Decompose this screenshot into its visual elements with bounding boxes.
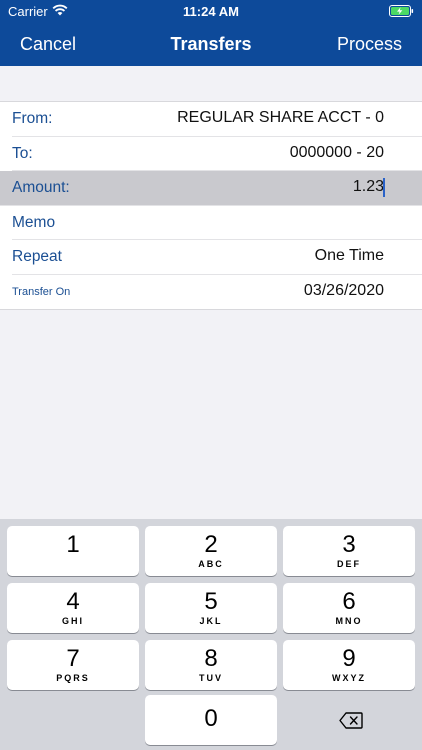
header: Carrier 11:24 AM Cancel Transfers Proces… xyxy=(0,0,422,66)
transfers-screen: Carrier 11:24 AM Cancel Transfers Proces… xyxy=(0,0,422,750)
amount-input[interactable]: 1.23 xyxy=(353,178,384,196)
key-0[interactable]: 0 xyxy=(145,695,277,745)
key-digit: 3 xyxy=(342,531,356,558)
key-digit: 4 xyxy=(66,588,80,615)
from-row[interactable]: From: REGULAR SHARE ACCT - 0 xyxy=(12,102,422,137)
key-6[interactable]: 6 MNO xyxy=(283,583,415,633)
key-letters: DEF xyxy=(337,559,361,569)
key-3[interactable]: 3 DEF xyxy=(283,526,415,576)
key-digit: 6 xyxy=(342,588,356,615)
key-letters: MNO xyxy=(335,616,363,626)
key-9[interactable]: 9 WXYZ xyxy=(283,640,415,690)
to-value: 0000000 - 20 xyxy=(289,143,384,161)
transfer-form: From: REGULAR SHARE ACCT - 0 To: 0000000… xyxy=(0,101,422,310)
key-letters: JKL xyxy=(199,616,223,626)
key-digit: 0 xyxy=(204,705,218,732)
repeat-row[interactable]: Repeat One Time xyxy=(12,240,422,275)
key-letters: TUV xyxy=(199,673,223,683)
repeat-label: Repeat xyxy=(12,248,62,265)
backspace-icon xyxy=(339,712,363,729)
key-digit: 9 xyxy=(342,645,356,672)
key-2[interactable]: 2 ABC xyxy=(145,526,277,576)
key-digit: 8 xyxy=(204,645,218,672)
status-bar: Carrier 11:24 AM xyxy=(0,0,422,22)
key-digit: 1 xyxy=(66,531,80,558)
key-digit: 5 xyxy=(204,588,218,615)
clock: 11:24 AM xyxy=(183,4,239,19)
memo-label: Memo xyxy=(12,213,56,231)
numeric-keypad: 1 2 ABC 3 DEF 4 GHI 5 JKL 6 MNO 7 PQRS 8 xyxy=(0,519,422,750)
key-digit: 7 xyxy=(66,645,80,672)
amount-label: Amount: xyxy=(12,179,70,196)
text-cursor xyxy=(383,178,385,197)
process-button[interactable]: Process xyxy=(337,34,402,55)
key-letters: ABC xyxy=(198,559,224,569)
key-1[interactable]: 1 xyxy=(7,526,139,576)
key-letters: PQRS xyxy=(56,673,90,683)
backspace-button[interactable] xyxy=(283,695,415,745)
to-label: To: xyxy=(12,144,33,162)
from-label: From: xyxy=(12,110,53,127)
key-letters: GHI xyxy=(61,616,84,626)
key-digit: 2 xyxy=(204,531,218,558)
key-5[interactable]: 5 JKL xyxy=(145,583,277,633)
key-8[interactable]: 8 TUV xyxy=(145,640,277,690)
from-value: REGULAR SHARE ACCT - 0 xyxy=(177,109,384,126)
nav-bar: Cancel Transfers Process xyxy=(0,22,422,66)
to-row[interactable]: To: 0000000 - 20 xyxy=(12,136,422,171)
battery-charging-icon xyxy=(389,5,414,17)
transfer-on-row[interactable]: Transfer On 03/26/2020 xyxy=(12,274,422,309)
amount-row[interactable]: Amount: 1.23 xyxy=(0,171,422,206)
key-7[interactable]: 7 PQRS xyxy=(7,640,139,690)
key-letters: WXYZ xyxy=(332,673,366,683)
transfer-on-label: Transfer On xyxy=(12,285,71,298)
repeat-value: One Time xyxy=(314,247,384,264)
transfer-on-value: 03/26/2020 xyxy=(303,281,384,299)
key-4[interactable]: 4 GHI xyxy=(7,583,139,633)
cancel-button[interactable]: Cancel xyxy=(20,34,76,55)
memo-row[interactable]: Memo xyxy=(12,205,422,240)
